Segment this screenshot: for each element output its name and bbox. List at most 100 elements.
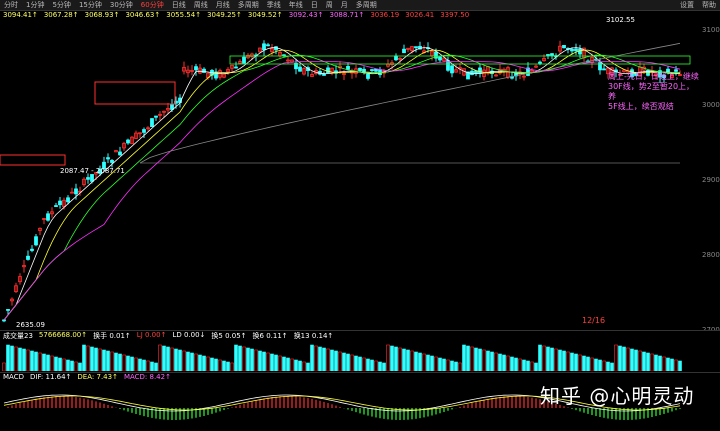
volume-bar <box>482 349 486 371</box>
volume-bar <box>30 350 34 371</box>
volume-bar <box>510 356 514 371</box>
price-chart[interactable]: 31003000290028002700 <box>0 20 720 330</box>
volume-bar <box>558 349 562 371</box>
volume-bar <box>286 357 290 371</box>
candle-body <box>326 67 330 74</box>
candle-body <box>66 197 70 203</box>
volume-bar <box>382 362 386 371</box>
candle-body <box>142 129 146 133</box>
ma-value: 3055.54↑ <box>166 11 202 19</box>
period-tab[interactable]: 周 <box>322 0 337 10</box>
volume-bar <box>666 357 670 371</box>
volume-chart[interactable] <box>0 330 720 371</box>
volume-bar <box>530 361 534 371</box>
candle-body <box>170 103 174 110</box>
volume-bar <box>302 361 306 371</box>
ma-value: 3397.50 <box>440 11 470 19</box>
candle-body <box>46 213 50 221</box>
volume-bar <box>586 356 590 371</box>
volume-bar <box>478 348 482 371</box>
ma-line-long <box>3 54 681 321</box>
volume-bar <box>554 348 558 371</box>
period-tab[interactable]: 15分钟 <box>75 0 106 10</box>
volume-bar <box>74 361 78 371</box>
period-tab[interactable]: 周线 <box>190 0 212 10</box>
period-tab[interactable]: 年线 <box>285 0 307 10</box>
volume-bar <box>546 346 550 371</box>
volume-bar <box>258 350 262 371</box>
candle-body <box>150 118 154 128</box>
volume-bar <box>266 352 270 371</box>
volume-bar <box>94 347 98 371</box>
volume-bar <box>502 354 506 371</box>
ma-value: 3068.93↑ <box>84 11 120 19</box>
volume-bar <box>98 348 102 371</box>
volume-bar <box>18 347 22 371</box>
candle-body <box>58 200 62 206</box>
period-tab[interactable]: 5分钟 <box>48 0 74 10</box>
volume-bar <box>42 353 46 371</box>
volume-bar <box>434 356 438 371</box>
period-tab[interactable]: 季线 <box>263 0 285 10</box>
candle-body <box>570 48 574 52</box>
volume-bar <box>674 359 678 371</box>
volume-bar <box>518 358 522 371</box>
candle-body <box>26 255 30 260</box>
volume-bar <box>538 344 542 371</box>
price-label-box: 2087.47 - 2087.71 <box>60 167 125 175</box>
period-tab[interactable]: 分时 <box>0 0 22 10</box>
period-tab[interactable]: 月线 <box>212 0 234 10</box>
volume-bar <box>390 345 394 371</box>
volume-bar <box>662 356 666 371</box>
volume-bar <box>254 349 258 371</box>
volume-bar <box>38 352 42 371</box>
volume-bar <box>486 350 490 371</box>
volume-bar <box>82 344 86 371</box>
volume-bar <box>358 356 362 371</box>
axis-tick-label: 3100 <box>702 26 720 34</box>
period-tab[interactable]: 日线 <box>168 0 190 10</box>
toolbar-menu-item[interactable]: 帮助 <box>698 0 720 10</box>
volume-bar <box>570 352 574 371</box>
volume-bar <box>466 345 470 371</box>
candle-body <box>366 73 370 79</box>
period-tab[interactable]: 60分钟 <box>137 0 168 10</box>
candle-body <box>86 177 90 180</box>
volume-bar <box>618 345 622 371</box>
pivot-box <box>94 81 176 105</box>
candle-body <box>74 188 78 195</box>
ma-value: 3026.41 <box>405 11 435 19</box>
volume-bar <box>218 359 222 371</box>
period-tab[interactable]: 多周期 <box>234 0 263 10</box>
period-tab[interactable]: 多周期 <box>352 0 381 10</box>
axis-tick-label: 3000 <box>702 101 720 109</box>
volume-bar <box>310 344 314 371</box>
volume-bar <box>206 356 210 371</box>
candle-body <box>2 319 6 322</box>
volume-bar <box>250 348 254 371</box>
volume-bar <box>350 354 354 371</box>
candle-body <box>394 55 398 61</box>
volume-bar <box>410 350 414 371</box>
volume-bar <box>458 362 462 371</box>
volume-bar <box>78 362 82 371</box>
period-tab[interactable]: 30分钟 <box>106 0 137 10</box>
volume-bar <box>398 347 402 371</box>
volume-bar <box>2 362 6 371</box>
candle-body <box>126 139 130 144</box>
period-tab[interactable]: 1分钟 <box>22 0 48 10</box>
volume-bar <box>22 348 26 371</box>
toolbar-menu-item[interactable]: 设置 <box>676 0 698 10</box>
volume-bar <box>630 348 634 371</box>
volume-bar <box>522 359 526 371</box>
period-tab[interactable]: 月 <box>337 0 352 10</box>
candle-body <box>362 68 366 72</box>
volume-bar <box>174 348 178 371</box>
volume-bar <box>342 352 346 371</box>
volume-bar <box>306 362 310 371</box>
volume-bar <box>414 351 418 371</box>
candle-body <box>546 54 550 56</box>
volume-bar <box>142 359 146 371</box>
period-tab[interactable]: 日 <box>307 0 322 10</box>
volume-bar <box>462 344 466 371</box>
